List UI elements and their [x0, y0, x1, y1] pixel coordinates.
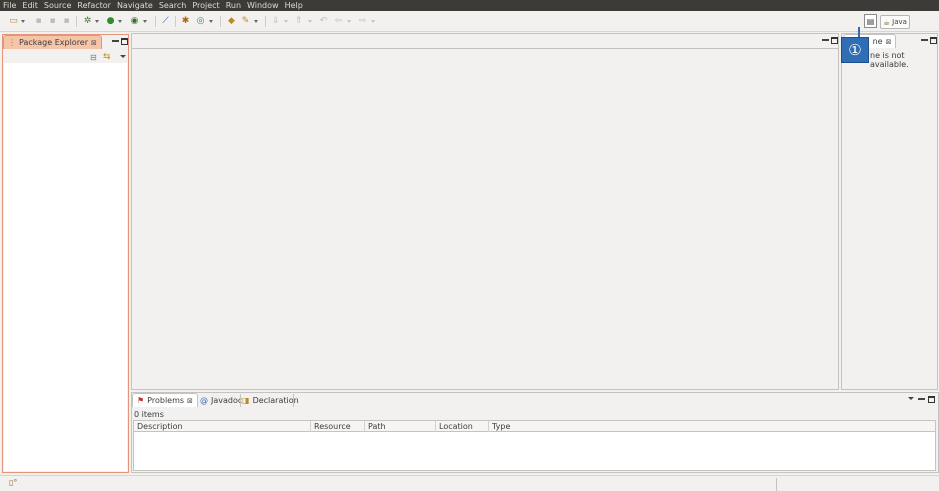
annotation-badge: ① — [841, 37, 869, 63]
column-path[interactable]: Path — [365, 421, 436, 432]
open-type-icon[interactable]: ◆ — [226, 16, 237, 27]
open-perspective-button[interactable]: ▤ — [864, 14, 877, 28]
menu-search[interactable]: Search — [156, 0, 189, 11]
minimize-icon[interactable] — [822, 37, 829, 41]
external-tools-icon[interactable]: ◉ — [129, 16, 140, 27]
tab-package-explorer[interactable]: ⋮ Package Explorer ⊠ — [3, 35, 102, 49]
maximize-icon[interactable] — [121, 38, 128, 45]
back-icon: ⇦ — [334, 16, 343, 26]
minimize-icon[interactable] — [918, 396, 925, 400]
close-icon[interactable]: ⊠ — [187, 397, 193, 405]
problems-table[interactable]: Description Resource Path Location Type — [133, 420, 936, 471]
next-annotation-dropdown-icon — [284, 20, 288, 23]
maximize-icon[interactable] — [928, 396, 935, 403]
problems-icon: ⚑ — [137, 396, 145, 405]
javadoc-icon: @ — [200, 395, 208, 405]
minimize-icon[interactable] — [921, 37, 928, 41]
link-with-editor-icon[interactable]: ⇆ — [103, 52, 111, 62]
search-icon[interactable]: ✎ — [240, 16, 251, 27]
save-icon: ▪ — [35, 16, 42, 26]
close-icon[interactable]: ⊠ — [886, 38, 892, 46]
editor-divider — [132, 48, 838, 49]
tab-separator — [293, 394, 294, 407]
outline-message: ne is not available. — [870, 51, 909, 69]
run-icon[interactable]: ● — [105, 16, 116, 27]
minimize-icon[interactable] — [112, 38, 119, 42]
fast-view-icon[interactable]: ▯° — [9, 478, 17, 487]
declaration-icon: ◨ — [242, 395, 250, 405]
menu-source[interactable]: Source — [41, 0, 74, 11]
menu-help[interactable]: Help — [282, 0, 306, 11]
problems-count: 0 items — [134, 410, 164, 419]
run-dropdown-icon[interactable] — [118, 20, 122, 23]
forward-dropdown-icon — [371, 20, 375, 23]
new-class-dropdown-icon[interactable] — [209, 20, 213, 23]
toolbar-separator — [265, 16, 266, 27]
menu-file[interactable]: File — [0, 0, 19, 11]
toolbar-separator — [175, 16, 176, 27]
next-annotation-icon: ⇓ — [271, 16, 280, 26]
forward-icon: ⇨ — [358, 16, 367, 26]
toolbar-separator — [76, 16, 77, 27]
view-menu-icon[interactable] — [908, 397, 914, 400]
problems-panel: ⚑ Problems ⊠ @ Javadoc ◨ Declaration 0 i… — [131, 392, 939, 473]
package-explorer-panel: ⋮ Package Explorer ⊠ ⊟ ⇆ — [2, 34, 129, 473]
menu-bar: File Edit Source Refactor Navigate Searc… — [0, 0, 939, 11]
problems-tab-label: Problems — [147, 396, 185, 405]
menu-refactor[interactable]: Refactor — [74, 0, 114, 11]
external-tools-dropdown-icon[interactable] — [143, 20, 147, 23]
column-location[interactable]: Location — [436, 421, 489, 432]
debug-icon[interactable]: ✲ — [82, 16, 93, 27]
collapse-all-icon[interactable]: ⊟ — [90, 53, 97, 62]
tab-problems[interactable]: ⚑ Problems ⊠ — [132, 393, 198, 407]
package-explorer-label: Package Explorer — [19, 38, 89, 47]
view-menu-icon[interactable] — [120, 55, 126, 58]
editor-area — [131, 33, 839, 390]
maximize-icon[interactable] — [831, 37, 838, 44]
toolbar-separator — [155, 16, 156, 27]
status-divider — [776, 478, 777, 491]
close-icon[interactable]: ⊠ — [91, 39, 97, 47]
problems-table-header: Description Resource Path Location Type — [134, 421, 935, 432]
column-resource[interactable]: Resource — [311, 421, 365, 432]
previous-annotation-icon: ⇑ — [294, 16, 303, 26]
search-dropdown-icon[interactable] — [254, 20, 258, 23]
debug-dropdown-icon[interactable] — [95, 20, 99, 23]
skip-breakpoints-icon[interactable]: ⟋ — [160, 16, 171, 27]
back-dropdown-icon — [347, 20, 351, 23]
menu-run[interactable]: Run — [223, 0, 244, 11]
previous-annotation-dropdown-icon — [308, 20, 312, 23]
declaration-tab-label: Declaration — [252, 395, 299, 405]
java-perspective-button[interactable]: ☕ Java — [880, 15, 910, 29]
package-explorer-tabbar: ⋮ Package Explorer ⊠ — [3, 35, 128, 49]
menu-project[interactable]: Project — [189, 0, 222, 11]
column-type[interactable]: Type — [489, 421, 935, 432]
menu-window[interactable]: Window — [244, 0, 282, 11]
main-toolbar: ▭ ▪ ▪ ▪ ✲ ● ◉ ⟋ ✱ ◎ ◆ ✎ ⇓ ⇑ ↶ ⇦ ⇨ — [0, 11, 939, 32]
open-perspective-icon: ▤ — [866, 16, 875, 26]
print-icon: ▪ — [63, 16, 70, 26]
last-edit-location-icon: ↶ — [319, 16, 328, 26]
new-icon[interactable]: ▭ — [8, 16, 19, 27]
menu-navigate[interactable]: Navigate — [114, 0, 156, 11]
toolbar-separator — [220, 16, 221, 27]
java-perspective-icon: ☕ — [883, 17, 891, 27]
save-all-icon: ▪ — [49, 16, 56, 26]
package-explorer-tree[interactable] — [4, 63, 127, 471]
new-dropdown-icon[interactable] — [21, 20, 25, 23]
package-explorer-icon: ⋮ — [8, 38, 16, 47]
new-java-project-icon[interactable]: ✱ — [180, 16, 191, 27]
maximize-icon[interactable] — [930, 37, 937, 44]
status-bar: ▯° — [0, 475, 939, 491]
new-class-icon[interactable]: ◎ — [195, 16, 206, 27]
annotation-badge-number: ① — [848, 41, 862, 59]
column-description[interactable]: Description — [134, 421, 311, 432]
java-perspective-label: Java — [892, 18, 907, 26]
outline-panel: ▤ ne ⊠ ne is not available. — [841, 33, 938, 390]
menu-edit[interactable]: Edit — [19, 0, 41, 11]
